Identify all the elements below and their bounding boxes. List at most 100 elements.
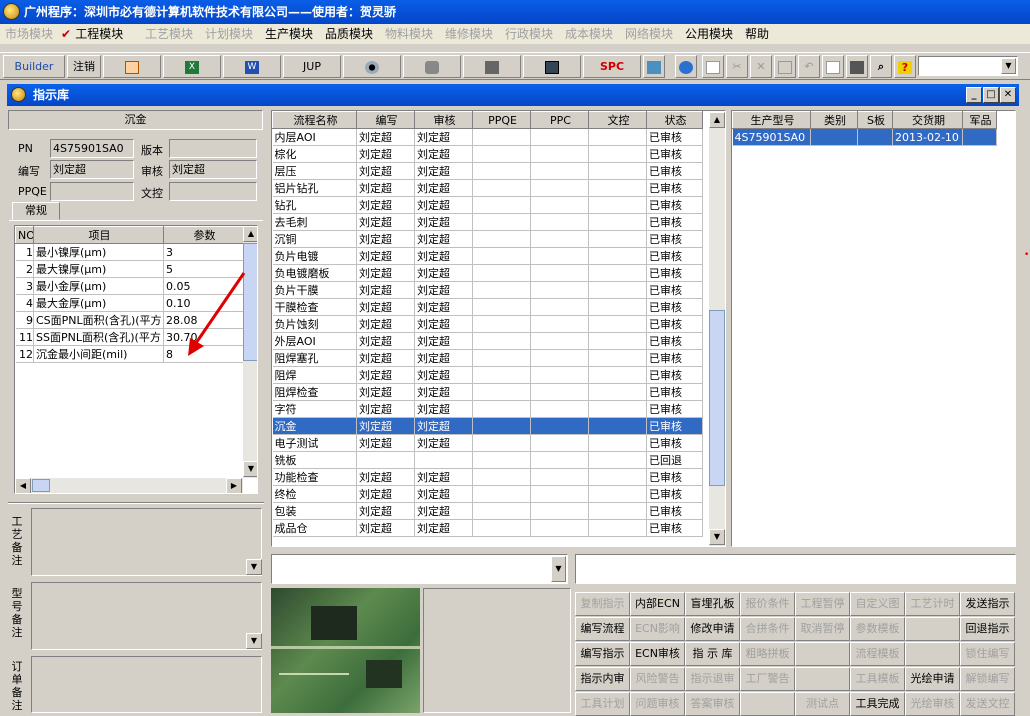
process-cell[interactable]: 刘定超: [414, 332, 473, 350]
process-cell[interactable]: 已审核: [646, 417, 703, 435]
process-cell[interactable]: 刘定超: [414, 247, 473, 265]
process-cell[interactable]: [588, 400, 647, 418]
process-cell[interactable]: 刘定超: [356, 468, 415, 486]
process-cell[interactable]: [472, 281, 531, 299]
process-cell[interactable]: 刘定超: [356, 298, 415, 316]
process-vscroll[interactable]: ▲ ▼: [709, 112, 725, 546]
process-cell[interactable]: 刘定超: [414, 417, 473, 435]
process-cell[interactable]: 刘定超: [356, 247, 415, 265]
process-cell[interactable]: 内层AOI: [272, 128, 357, 146]
process-cell[interactable]: [530, 281, 589, 299]
param-column-header[interactable]: 项目: [33, 226, 164, 244]
process-cell[interactable]: 去毛刺: [272, 213, 357, 231]
process-row[interactable]: 层压 刘定超 刘定超 已审核: [272, 162, 703, 180]
process-cell[interactable]: [588, 264, 647, 282]
process-cell[interactable]: 电子测试: [272, 434, 357, 452]
process-row[interactable]: 负片蚀刻 刘定超 刘定超 已审核: [272, 315, 703, 333]
process-cell[interactable]: [414, 451, 473, 469]
process-cell[interactable]: [588, 247, 647, 265]
process-cell[interactable]: 刘定超: [414, 468, 473, 486]
process-cell[interactable]: [588, 315, 647, 333]
process-cell[interactable]: [588, 502, 647, 520]
process-cell[interactable]: 已审核: [646, 247, 703, 265]
process-cell[interactable]: 刘定超: [356, 230, 415, 248]
scroll-down-icon[interactable]: ▼: [246, 633, 262, 649]
process-row[interactable]: 成品仓 刘定超 刘定超 已审核: [272, 519, 703, 537]
hscroll-thumb[interactable]: [32, 479, 50, 492]
process-cell[interactable]: [472, 298, 531, 316]
close-button[interactable]: ✕: [1000, 87, 1016, 103]
process-cell[interactable]: 沉金: [272, 417, 357, 435]
action-button[interactable]: 报价条件: [740, 592, 795, 616]
model-cell[interactable]: 4S75901SA0: [732, 128, 811, 146]
process-row[interactable]: 沉金 刘定超 刘定超 已审核: [272, 417, 703, 435]
process-cell[interactable]: 铣板: [272, 451, 357, 469]
process-cell[interactable]: [472, 315, 531, 333]
action-button[interactable]: 粗略拼板: [740, 642, 795, 666]
action-button[interactable]: 流程模板: [850, 642, 905, 666]
process-cell[interactable]: 刘定超: [356, 162, 415, 180]
process-cell[interactable]: [530, 213, 589, 231]
process-row[interactable]: 负片电镀 刘定超 刘定超 已审核: [272, 247, 703, 265]
process-cell[interactable]: [588, 434, 647, 452]
process-cell[interactable]: 刘定超: [356, 281, 415, 299]
process-cell[interactable]: 刘定超: [414, 213, 473, 231]
minimize-button[interactable]: _: [966, 87, 982, 103]
process-cell[interactable]: [472, 213, 531, 231]
process-cell[interactable]: 负电镀磨板: [272, 264, 357, 282]
process-cell[interactable]: [472, 468, 531, 486]
process-cell[interactable]: [530, 468, 589, 486]
process-cell[interactable]: 刘定超: [414, 485, 473, 503]
process-cell[interactable]: 刘定超: [356, 315, 415, 333]
menu-item-0[interactable]: 市场模块: [5, 24, 53, 44]
process-cell[interactable]: [588, 162, 647, 180]
process-column-header[interactable]: 审核: [414, 111, 473, 129]
open-tool-button[interactable]: [103, 55, 161, 78]
process-cell[interactable]: [588, 196, 647, 214]
action-button[interactable]: 修改申请: [685, 617, 740, 641]
process-cell[interactable]: [530, 298, 589, 316]
param-cell[interactable]: 1: [15, 243, 34, 261]
process-cell[interactable]: [530, 519, 589, 537]
process-cell[interactable]: 已审核: [646, 349, 703, 367]
process-cell[interactable]: [588, 128, 647, 146]
process-cell[interactable]: [472, 400, 531, 418]
process-cell[interactable]: [588, 179, 647, 197]
excel-button[interactable]: X: [163, 55, 221, 78]
process-column-header[interactable]: 编写: [356, 111, 415, 129]
action-button[interactable]: 锁住编写: [960, 642, 1015, 666]
menu-item-7[interactable]: 维修模块: [445, 24, 493, 44]
process-row[interactable]: 阻焊 刘定超 刘定超 已审核: [272, 366, 703, 384]
scroll-up-icon[interactable]: ▲: [709, 112, 725, 128]
process-cell[interactable]: 刘定超: [356, 400, 415, 418]
process-cell[interactable]: [472, 128, 531, 146]
menu-item-2[interactable]: 工艺模块: [145, 24, 193, 44]
action-button[interactable]: 内部ECN: [630, 592, 685, 616]
process-cell[interactable]: [530, 417, 589, 435]
process-cell[interactable]: 刘定超: [356, 502, 415, 520]
pn-field[interactable]: 4S75901SA0: [50, 139, 134, 158]
action-button[interactable]: 取消暂停: [795, 617, 850, 641]
process-cell[interactable]: [530, 349, 589, 367]
process-cell[interactable]: [588, 366, 647, 384]
globe-button[interactable]: [675, 55, 697, 78]
scroll-left-icon[interactable]: ◀: [15, 478, 31, 493]
process-cell[interactable]: [588, 298, 647, 316]
model-cell[interactable]: 2013-02-10: [892, 128, 963, 146]
toolbar-combo[interactable]: ▼: [918, 56, 1018, 76]
action-button[interactable]: 指示退审: [685, 667, 740, 691]
process-cell[interactable]: [472, 417, 531, 435]
process-cell[interactable]: [472, 264, 531, 282]
process-cell[interactable]: 已审核: [646, 162, 703, 180]
process-row[interactable]: 功能检查 刘定超 刘定超 已审核: [272, 468, 703, 486]
process-cell[interactable]: [472, 332, 531, 350]
process-cell[interactable]: 终检: [272, 485, 357, 503]
process-cell[interactable]: [530, 145, 589, 163]
process-cell[interactable]: 已审核: [646, 332, 703, 350]
process-cell[interactable]: [588, 281, 647, 299]
process-cell[interactable]: 刘定超: [356, 196, 415, 214]
process-cell[interactable]: [530, 247, 589, 265]
reviewer-field[interactable]: 刘定超: [169, 160, 257, 179]
process-cell[interactable]: 已审核: [646, 468, 703, 486]
scroll-right-icon[interactable]: ▶: [226, 478, 242, 493]
